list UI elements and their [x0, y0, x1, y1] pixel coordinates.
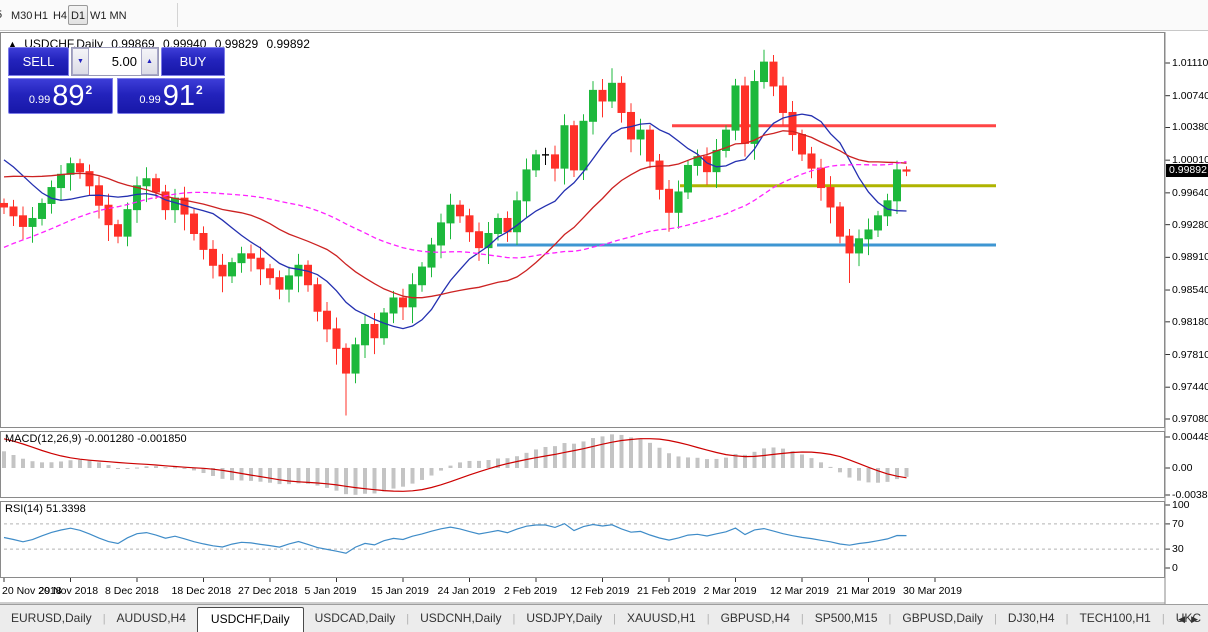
rsi-axis-label: 70 — [1172, 517, 1184, 530]
date-axis-label: 12 Mar 2019 — [770, 585, 829, 597]
macd-axis-label: 0.004487 — [1172, 431, 1208, 443]
timeframe-button-h4[interactable]: H4 — [51, 5, 69, 25]
chart-tab-bar: EURUSD,Daily | AUDUSD,H4 USDCHF,Daily USDCAD… — [0, 604, 1208, 632]
chart-tab-sp500-m15[interactable]: SP500,M15 — [804, 607, 889, 630]
chart-tab-tech100-h1[interactable]: TECH100,H1 — [1068, 607, 1161, 630]
buy-price-prefix: 0.99 — [139, 94, 161, 106]
price-axis-label: 0.98540 — [1172, 284, 1208, 297]
rsi-axis-label: 30 — [1172, 543, 1184, 556]
rsi-pane[interactable] — [0, 501, 1165, 578]
timeframe-button-w1[interactable]: W1 — [89, 5, 107, 25]
price-axis-label: 1.01110 — [1172, 57, 1208, 69]
volume-increase-button[interactable]: ▲ — [141, 48, 158, 75]
rsi-axis-label: 0 — [1172, 562, 1178, 574]
chart-tab-xauusd-h1[interactable]: XAUUSD,H1 — [616, 607, 707, 630]
volume-input[interactable] — [89, 48, 141, 75]
date-axis-label: 12 Feb 2019 — [570, 585, 630, 597]
rsi-axis-label: 100 — [1172, 499, 1190, 511]
one-click-trading-panel: SELL ▼ ▲ BUY 0.99 89 2 0.99 91 2 — [8, 47, 225, 114]
tab-scroll-left-icon[interactable]: ◀ — [1178, 614, 1191, 624]
current-price-badge: 0.99892 — [1166, 163, 1208, 177]
sell-price-button[interactable]: 0.99 89 2 — [8, 78, 113, 114]
price-axis-label: 0.98180 — [1172, 315, 1208, 328]
tab-scroll-right-icon[interactable]: ▶ — [1191, 614, 1204, 624]
price-axis-label: 0.98910 — [1172, 251, 1208, 264]
sell-button[interactable]: SELL — [8, 47, 69, 76]
date-axis-label: 21 Mar 2019 — [836, 585, 896, 597]
price-axis-label: 0.97810 — [1172, 348, 1208, 361]
price-axis-label: 1.00380 — [1172, 121, 1208, 134]
buy-price-button[interactable]: 0.99 91 2 — [117, 78, 225, 114]
chart-tab-gbpusd-daily[interactable]: GBPUSD,Daily — [891, 607, 994, 630]
toolbar-separator — [177, 3, 178, 27]
chart-tab-gbpusd-h4[interactable]: GBPUSD,H4 — [710, 607, 801, 630]
volume-decrease-button[interactable]: ▼ — [72, 48, 89, 75]
macd-axis-label: 0.00 — [1172, 462, 1193, 474]
date-axis-label: 2 Mar 2019 — [703, 585, 757, 597]
price-axis-label: 0.99640 — [1172, 186, 1208, 199]
date-axis-label: 2 Feb 2019 — [504, 585, 558, 597]
date-axis-label: 18 Dec 2018 — [171, 585, 232, 597]
date-axis-label: 24 Jan 2019 — [437, 585, 496, 597]
macd-label: MACD(12,26,9) -0.001280 -0.001850 — [5, 433, 187, 445]
date-axis-label: 21 Feb 2019 — [637, 585, 696, 597]
mt4-window: 5 M30H1H4D1W1MN ▲ USDCHF,Daily 0.99869 0… — [0, 0, 1208, 632]
timeframe-button-d1[interactable]: D1 — [68, 5, 88, 25]
date-axis-label: 15 Jan 2019 — [371, 585, 429, 597]
date-axis-label: 27 Dec 2018 — [238, 585, 298, 597]
price-axis-label: 0.97440 — [1172, 381, 1208, 394]
price-axis-label: 0.99280 — [1172, 218, 1208, 231]
sell-price-point: 2 — [85, 83, 93, 97]
chart-tab-usdcad-daily[interactable]: USDCAD,Daily — [304, 607, 407, 630]
chart-tab-eurusd-daily[interactable]: EURUSD,Daily — [0, 607, 103, 630]
buy-button[interactable]: BUY — [161, 47, 225, 76]
date-axis-label: 30 Mar 2019 — [903, 585, 962, 597]
date-axis-label: 8 Dec 2018 — [105, 585, 159, 597]
chart-tab-usdjpy-daily[interactable]: USDJPY,Daily — [515, 607, 613, 630]
sell-price-pips: 89 — [52, 80, 85, 112]
buy-price-pips: 91 — [162, 80, 195, 112]
timeframe-partial-m5[interactable]: 5 — [0, 5, 8, 25]
volume-stepper: ▼ ▲ — [71, 47, 159, 76]
price-axis-label: 1.00740 — [1172, 89, 1208, 102]
timeframe-button-m30[interactable]: M30 — [10, 5, 32, 25]
chart-tab-dj30-h4[interactable]: DJ30,H4 — [997, 607, 1066, 630]
rsi-label: RSI(14) 51.3398 — [5, 503, 86, 515]
chart-tab-audusd-h4[interactable]: AUDUSD,H4 — [106, 607, 197, 630]
sell-price-prefix: 0.99 — [28, 94, 51, 106]
ohlc-close: 0.99892 — [266, 37, 310, 51]
timeframe-toolbar: 5 M30H1H4D1W1MN — [0, 0, 1208, 31]
timeframe-button-mn[interactable]: MN — [107, 5, 129, 25]
date-axis-label: 5 Jan 2019 — [304, 585, 357, 597]
timeframe-button-h1[interactable]: H1 — [32, 5, 50, 25]
price-axis-label: 0.97080 — [1172, 413, 1208, 425]
date-axis-label: 29 Nov 2018 — [38, 585, 99, 597]
buy-price-point: 2 — [196, 83, 203, 97]
chart-tab-usdchf-daily[interactable]: USDCHF,Daily — [196, 606, 304, 632]
chart-tab-usdcnh-daily[interactable]: USDCNH,Daily — [409, 607, 512, 630]
